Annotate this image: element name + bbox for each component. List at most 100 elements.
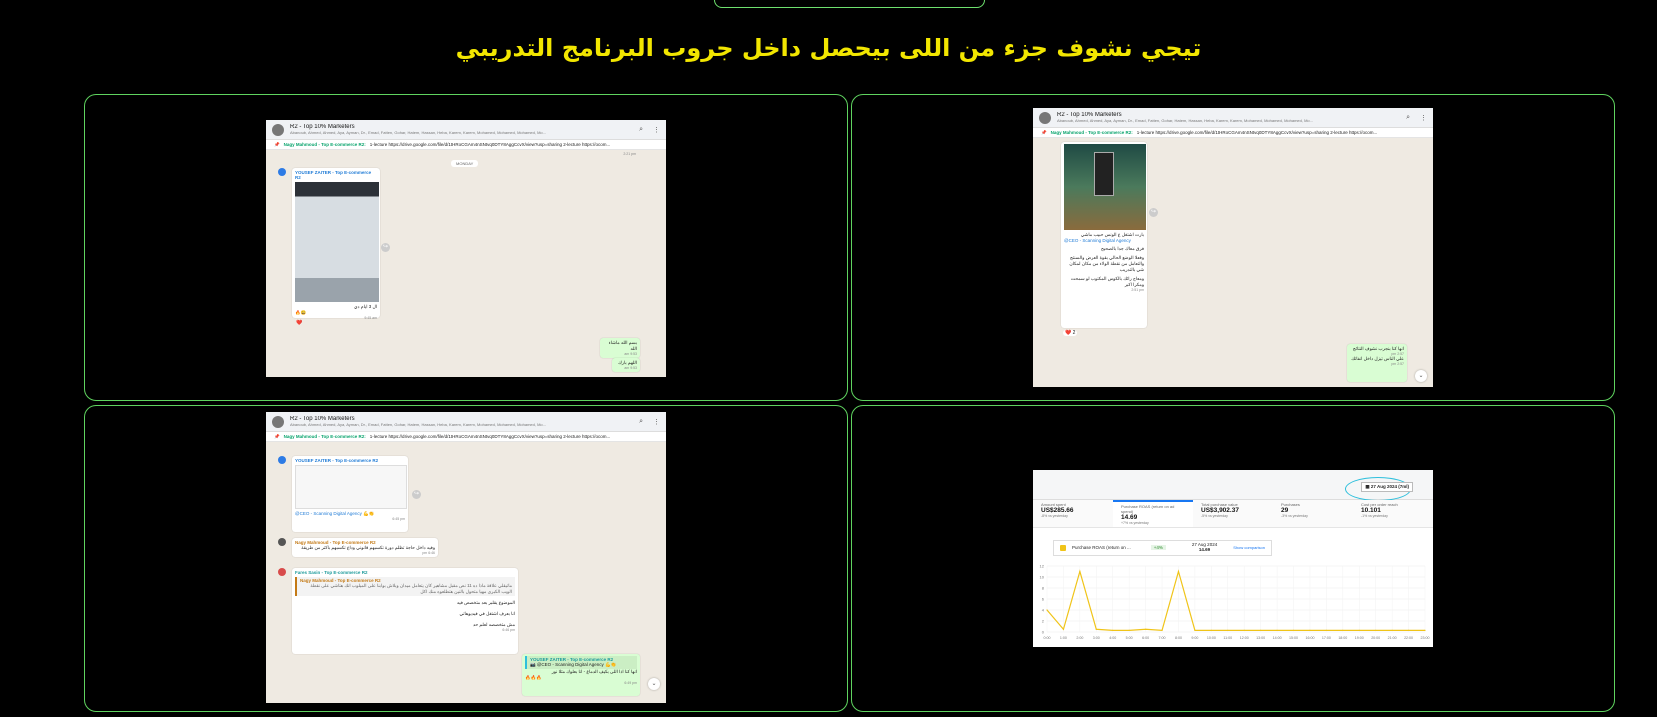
screenshot-card-2: R2 - Top 10% Marketers Abanoub, Ahmed, A… (851, 94, 1615, 401)
message-text: فرق معاك جدا بالصحيح (1101, 246, 1144, 251)
metric-delta: -1% vs yesterday (1361, 514, 1388, 518)
legend-swatch (1060, 544, 1066, 551)
pinned-message[interactable]: 📌 Nagy Mahmoud - Top E-commerce R2: 1-lect… (266, 140, 666, 150)
metric-tile[interactable]: Amount spent US$285.66 -8% vs yesterday (1033, 500, 1113, 527)
whatsapp-chat-screenshot: R2 - Top 10% Marketers Abanoub, Ahmed, A… (266, 120, 666, 377)
series-line (1046, 569, 1425, 631)
incoming-message[interactable]: Fares Sasin - Top E-commerce R2 Nagy Mah… (292, 568, 518, 654)
section-heading: تيجي نشوف جزء من اللى بيحصل داخل جروب ال… (455, 34, 1202, 62)
x-tick-label: 3:00 (1093, 636, 1100, 640)
quoted-message[interactable]: YOUSEF ZAITER - Top E-commerce R2 📷 @CEO… (525, 656, 637, 669)
data-point (1325, 629, 1327, 631)
top-tab-outline (714, 0, 985, 8)
pinned-message[interactable]: 📌 Nagy Mahmoud - Top E-commerce R2: 1-lect… (266, 432, 666, 442)
data-point (1391, 629, 1393, 631)
outgoing-message[interactable]: انها كنا بنجرب نشوف النتائج 2:57 pm علي … (1347, 344, 1407, 382)
pinned-text: 1-lecture https://drive.google.com/file/… (369, 142, 611, 147)
scroll-down-icon[interactable]: ⌄ (648, 678, 660, 690)
metric-tile[interactable]: Total purchase value US$3,902.37 -5% vs ye… (1193, 500, 1273, 527)
message-text: وفيه داخل حاجة تظلم دورة تكسبهم قانوني و… (301, 545, 435, 550)
x-tick-label: 20:00 (1371, 636, 1380, 640)
date-label: MONDAY (451, 160, 479, 167)
incoming-message[interactable]: Nagy Mahmoud - Top E-commerce R2 وفيه دا… (292, 538, 438, 557)
x-tick-label: 23:00 (1421, 636, 1430, 640)
ads-dashboard-screenshot: ▦ 27 Aug 2024 (7ml) Amount spent US$285.6… (1033, 470, 1433, 647)
mention-link[interactable]: @CEO - Scanning Digital Agency (295, 511, 362, 516)
data-point (1046, 609, 1048, 611)
y-tick-label: 4 (1042, 608, 1045, 613)
message-text: الموضوع يقلبر بعد متخصص فيه (456, 600, 515, 605)
message-time: 9:45 am (364, 316, 377, 320)
dashboard-photo[interactable] (295, 465, 407, 509)
group-avatar (272, 123, 284, 136)
pinned-sender: Nagy Mahmoud - Top E-commerce R2: (283, 434, 366, 439)
group-members: Abanoub, Ahmed, Ahmed, Aya, Ayman, Dr., … (290, 130, 546, 135)
metric-tile[interactable]: Purchases 29 -3% vs yesterday (1273, 500, 1353, 527)
scroll-down-icon[interactable]: ⌄ (1415, 370, 1427, 382)
sender-avatar (278, 168, 286, 176)
message-time: 6:46 pm (502, 628, 515, 632)
metrics-row: Amount spent US$285.66 -8% vs yesterday Pu… (1033, 500, 1433, 528)
forward-icon[interactable]: ↪ (412, 490, 421, 499)
metric-tile[interactable]: Cost per order reach 10.101 -1% vs yesterd… (1353, 500, 1433, 527)
message-time: 6:46 pm (422, 551, 435, 555)
message-emoji: 💪👏 (363, 511, 375, 516)
x-tick-label: 21:00 (1388, 636, 1397, 640)
message-text: ومعاج رائك بالكوس المكتوب لو سمحت ومكرا … (1070, 276, 1144, 287)
mention-link[interactable]: @CEO - Scanning Digital Agency (1064, 238, 1144, 243)
quoted-text: 📷 @CEO - Scanning Digital Agency 💪👏 (530, 662, 617, 667)
hover-tooltip: 27 Aug 2024 14.69 (1192, 542, 1217, 553)
show-comparison-link[interactable]: Show comparison (1233, 545, 1265, 550)
forward-icon[interactable]: ↪ (381, 243, 390, 252)
search-icon[interactable]: ⌕ (639, 126, 643, 134)
message-sender: YOUSEF ZAITER - Top E-commerce R2 (295, 458, 379, 463)
outgoing-message[interactable]: YOUSEF ZAITER - Top E-commerce R2 📷 @CEO… (522, 654, 640, 696)
message-time: 2:21 pm (623, 152, 636, 156)
more-vertical-icon[interactable]: ⋮ (1420, 114, 1427, 122)
data-point (1145, 628, 1147, 630)
forward-icon[interactable]: ↪ (1149, 208, 1158, 217)
pinned-message[interactable]: 📌 Nagy Mahmoud - Top E-commerce R2: 1-lect… (1033, 128, 1433, 138)
more-vertical-icon[interactable]: ⋮ (653, 126, 660, 134)
x-tick-label: 16:00 (1305, 636, 1314, 640)
metric-tile[interactable]: Purchase ROAS (return on ad spend) 14.69 +… (1113, 500, 1193, 527)
data-point (1243, 629, 1245, 631)
outgoing-message[interactable]: اللهم بارك 9:53 am (612, 358, 640, 372)
heart-reaction-icon[interactable]: ❤️ 2 (1063, 330, 1078, 336)
date-range-button[interactable]: ▦ 27 Aug 2024 (7ml) (1361, 482, 1413, 492)
x-tick-label: 8:00 (1175, 636, 1182, 640)
whatsapp-chat-screenshot: R2 - Top 10% Marketers Abanoub, Ahmed, A… (1033, 108, 1433, 387)
message-time: 6:49 pm (624, 681, 637, 685)
metric-value: 29 (1281, 507, 1289, 514)
x-tick-label: 6:00 (1142, 636, 1149, 640)
image-message[interactable]: YOUSEF ZAITER - Top E-commerce R2 @CEO -… (292, 456, 408, 532)
quoted-message[interactable]: Nagy Mahmoud - Top E-commerce R2 ماتيقلي… (295, 577, 515, 596)
product-photo[interactable] (1064, 144, 1146, 230)
heart-reaction-icon[interactable]: ❤️ (296, 320, 302, 326)
pin-icon: 📌 (1041, 129, 1047, 135)
group-avatar (272, 415, 284, 428)
screenshot-card-3: R2 - Top 10% Marketers Abanoub, Ahmed, A… (84, 405, 848, 712)
metric-delta: -5% vs yesterday (1201, 514, 1228, 518)
message-photo[interactable] (295, 182, 379, 302)
image-message[interactable]: بارت اشتغل ع الونس حبيب ماشي @CEO - Scan… (1061, 142, 1147, 328)
metric-value: 14.69 (1121, 514, 1138, 521)
data-point (1079, 570, 1081, 573)
sender-avatar (278, 568, 286, 576)
search-icon[interactable]: ⌕ (1406, 114, 1410, 122)
image-message[interactable]: YOUSEF ZAITER - Top E-commerce R2 ال 3 ا… (292, 168, 380, 320)
sender-avatar (278, 538, 286, 546)
more-vertical-icon[interactable]: ⋮ (653, 418, 660, 426)
pin-icon: 📌 (274, 141, 280, 147)
outgoing-message[interactable]: بسم الله ماشاء الله 9:53 am (600, 338, 640, 358)
message-text: بسم الله ماشاء الله (608, 340, 637, 351)
metric-delta: +7% vs yesterday (1121, 521, 1149, 525)
y-tick-label: 0 (1042, 630, 1045, 635)
data-point (1194, 629, 1196, 631)
search-icon[interactable]: ⌕ (639, 418, 643, 426)
legend-label: Purchase ROAS (return on ... (1072, 545, 1131, 551)
group-avatar (1039, 111, 1051, 124)
metric-delta: -3% vs yesterday (1281, 514, 1308, 518)
y-tick-label: 10 (1040, 575, 1045, 580)
x-tick-label: 14:00 (1273, 636, 1282, 640)
